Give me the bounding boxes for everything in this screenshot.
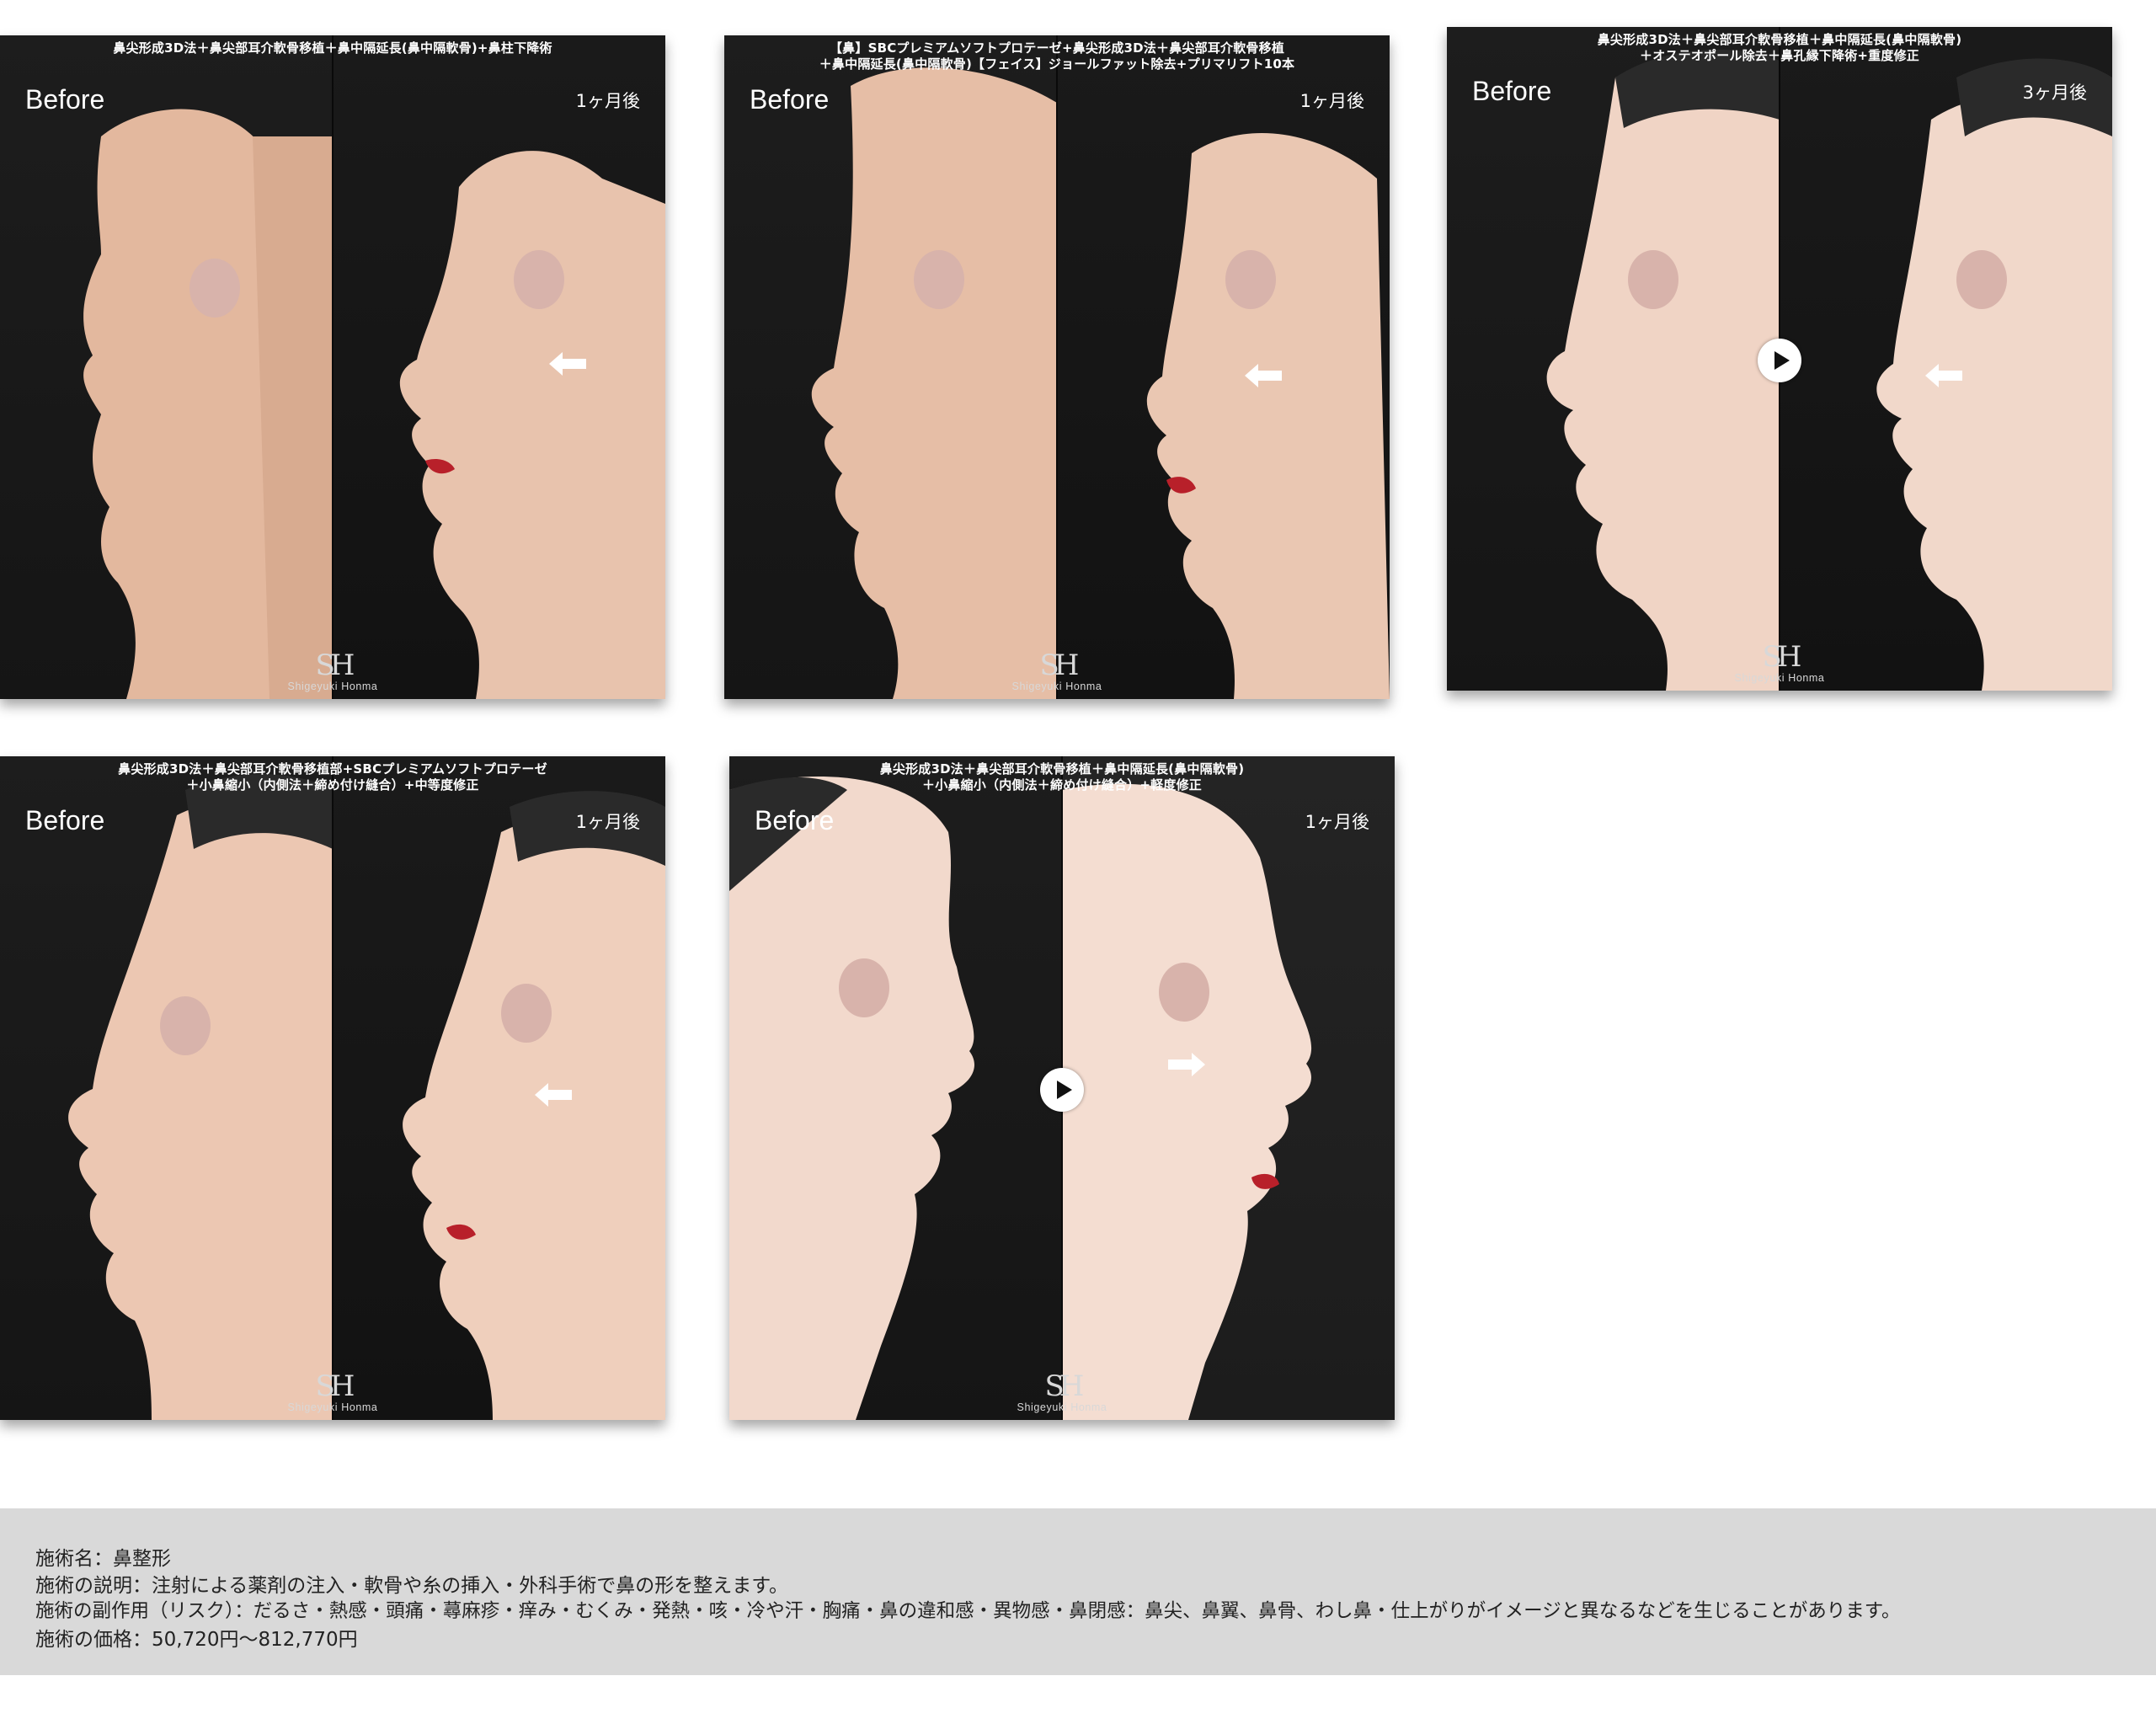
privacy-blur xyxy=(189,259,240,318)
doctor-logo: SH Shigeyuki Honma xyxy=(1447,642,2112,684)
after-label: 1ヶ月後 xyxy=(1305,812,1369,832)
doctor-logo: SH Shigeyuki Honma xyxy=(724,650,1390,692)
procedure-caption: 鼻尖形成3D法＋鼻尖部耳介軟骨移植＋鼻中隔延長(鼻中隔軟骨)+鼻柱下降術 xyxy=(113,40,552,56)
procedure-name: 施術名：鼻整形 xyxy=(35,1548,171,1570)
arrow-left-icon xyxy=(1925,364,1962,387)
face-profile-right-icon xyxy=(399,151,665,699)
procedure-caption: 鼻尖形成3D法＋鼻尖部耳介軟骨移植＋鼻中隔延長(鼻中隔軟骨) ＋オステオポール除… xyxy=(1597,32,1962,63)
before-label: Before xyxy=(755,805,835,835)
logo-name: Shigeyuki Honma xyxy=(1734,672,1825,684)
procedure-price: 施術の価格：50,720円〜812,770円 xyxy=(35,1629,358,1651)
face-profile-right-icon xyxy=(1146,133,1390,699)
privacy-blur xyxy=(1956,250,2007,309)
procedure-description: 施術の説明：注射による薬剤の注入・軟骨や糸の挿入・外科手術で鼻の形を整えます。 xyxy=(35,1575,789,1597)
arrow-left-icon xyxy=(1245,364,1282,387)
play-icon[interactable] xyxy=(1040,1068,1084,1112)
doctor-logo: SH Shigeyuki Honma xyxy=(0,1371,665,1413)
divider xyxy=(332,35,334,699)
privacy-blur xyxy=(839,958,889,1017)
privacy-blur xyxy=(501,984,552,1043)
after-label: 1ヶ月後 xyxy=(575,91,640,111)
logo-name: Shigeyuki Honma xyxy=(1011,681,1102,692)
logo-monogram: SH xyxy=(1044,1369,1085,1403)
play-icon[interactable] xyxy=(1758,339,1801,382)
face-profile-left-icon xyxy=(1546,49,1780,691)
before-photo xyxy=(724,35,1057,699)
face-profile-right-icon xyxy=(403,791,665,1420)
privacy-blur xyxy=(1225,250,1276,309)
before-photo xyxy=(1447,27,1780,691)
case-card-1[interactable]: 鼻尖形成3D法＋鼻尖部耳介軟骨移植＋鼻中隔延長(鼻中隔軟骨)+鼻柱下降術 Bef… xyxy=(0,35,665,699)
privacy-blur xyxy=(514,250,564,309)
face-profile-right-icon xyxy=(1062,783,1312,1420)
procedure-risks: 施術の副作用（リスク）：だるさ・熱感・頭痛・蕁麻疹・痒み・むくみ・発熱・咳・冷や… xyxy=(35,1600,1901,1622)
after-label: 1ヶ月後 xyxy=(575,812,640,832)
after-photo xyxy=(333,35,665,699)
before-label: Before xyxy=(1472,76,1552,106)
privacy-blur xyxy=(914,250,964,309)
face-profile-left-icon xyxy=(68,774,333,1420)
face-profile-right-icon xyxy=(1876,58,2112,691)
logo-monogram: SH xyxy=(1762,640,1802,674)
after-photo xyxy=(1780,27,2112,691)
before-photo xyxy=(0,35,333,699)
before-photo xyxy=(0,756,333,1420)
logo-name: Shigeyuki Honma xyxy=(287,681,378,692)
privacy-blur xyxy=(160,996,211,1055)
after-photo xyxy=(1057,35,1390,699)
divider xyxy=(332,756,334,1420)
after-label: 3ヶ月後 xyxy=(2022,83,2087,103)
before-label: Before xyxy=(25,84,105,115)
arrow-left-icon xyxy=(535,1083,572,1107)
logo-monogram: SH xyxy=(315,649,355,682)
divider xyxy=(1056,35,1058,699)
doctor-logo: SH Shigeyuki Honma xyxy=(729,1371,1395,1413)
after-label: 1ヶ月後 xyxy=(1299,91,1364,111)
privacy-blur xyxy=(1159,963,1209,1022)
face-profile-left-icon xyxy=(729,777,974,1420)
procedure-info-panel: 施術名：鼻整形 施術の説明：注射による薬剤の注入・軟骨や糸の挿入・外科手術で鼻の… xyxy=(0,1508,2156,1675)
procedure-caption: 【鼻】SBCプレミアムソフトプロテーゼ+鼻尖形成3D法＋鼻尖部耳介軟骨移植 ＋鼻… xyxy=(819,40,1295,72)
after-photo xyxy=(1062,756,1395,1420)
before-photo xyxy=(729,756,1062,1420)
case-card-5[interactable]: 鼻尖形成3D法＋鼻尖部耳介軟骨移植＋鼻中隔延長(鼻中隔軟骨) ＋小鼻縮小（内側法… xyxy=(729,756,1395,1420)
before-label: Before xyxy=(750,84,830,115)
doctor-logo: SH Shigeyuki Honma xyxy=(0,650,665,692)
case-card-4[interactable]: 鼻尖形成3D法＋鼻尖部耳介軟骨移植部+SBCプレミアムソフトプロテーゼ ＋小鼻縮… xyxy=(0,756,665,1420)
privacy-blur xyxy=(1628,250,1678,309)
arrow-left-icon xyxy=(549,352,586,376)
procedure-caption: 鼻尖形成3D法＋鼻尖部耳介軟骨移植＋鼻中隔延長(鼻中隔軟骨) ＋小鼻縮小（内側法… xyxy=(879,761,1245,793)
after-photo xyxy=(333,756,665,1420)
logo-monogram: SH xyxy=(1039,649,1080,682)
before-label: Before xyxy=(25,805,105,835)
arrow-right-icon xyxy=(1168,1053,1205,1076)
logo-name: Shigeyuki Honma xyxy=(1017,1401,1107,1413)
case-card-3[interactable]: 鼻尖形成3D法＋鼻尖部耳介軟骨移植＋鼻中隔延長(鼻中隔軟骨) ＋オステオポール除… xyxy=(1447,27,2112,691)
logo-monogram: SH xyxy=(315,1369,355,1403)
procedure-caption: 鼻尖形成3D法＋鼻尖部耳介軟骨移植部+SBCプレミアムソフトプロテーゼ ＋小鼻縮… xyxy=(118,761,547,793)
face-profile-left-icon xyxy=(811,67,1057,699)
case-card-2[interactable]: 【鼻】SBCプレミアムソフトプロテーゼ+鼻尖形成3D法＋鼻尖部耳介軟骨移植 ＋鼻… xyxy=(724,35,1390,699)
logo-name: Shigeyuki Honma xyxy=(287,1401,378,1413)
face-profile-left-icon xyxy=(83,109,333,699)
